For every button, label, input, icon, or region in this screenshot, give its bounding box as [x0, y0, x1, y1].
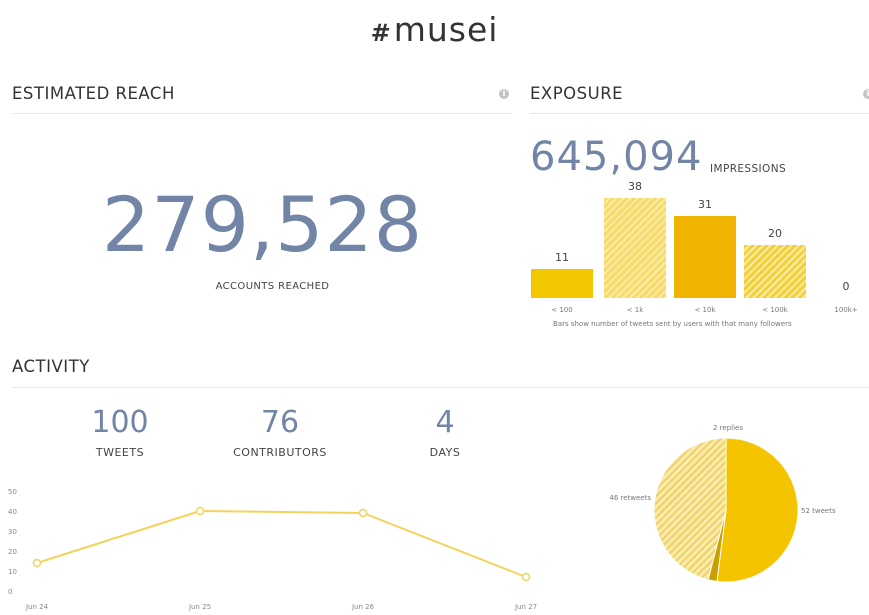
pie-slice-label: 2 replies — [713, 424, 743, 432]
x-tick-label: Jun 26 — [351, 603, 375, 611]
contributors-label: CONTRIBUTORS — [233, 446, 327, 459]
exposure-bar — [674, 216, 736, 298]
x-tick-label: Jun 27 — [514, 603, 537, 611]
exposure-info-icon[interactable]: i — [863, 89, 869, 99]
activity-divider — [12, 387, 869, 388]
y-tick-label: 40 — [8, 508, 17, 516]
tweets-count: 100 — [91, 405, 149, 440]
x-tick-label: Jun 25 — [188, 603, 211, 611]
exposure-note: Bars show number of tweets sent by users… — [553, 320, 792, 328]
y-tick-label: 50 — [8, 488, 17, 496]
exposure-bar-value: 11 — [555, 251, 569, 264]
y-tick-label: 20 — [8, 548, 17, 556]
exposure-bar-value: 20 — [768, 227, 782, 240]
activity-point[interactable] — [358, 508, 368, 518]
exposure-bar-value: 0 — [842, 280, 850, 293]
exposure-bar-category: < 100k — [762, 306, 788, 314]
activity-title: ACTIVITY — [12, 357, 90, 376]
exposure-bar-value: 38 — [628, 180, 642, 193]
hashtag-text: musei — [393, 10, 499, 49]
impressions-value: 645,094 — [530, 134, 703, 180]
activity-point[interactable] — [195, 506, 205, 516]
exposure-bar — [744, 245, 806, 298]
activity-line-chart: 50 40 30 20 10 0 Jun 24 Jun 25 Jun 26 Jun 27 — [8, 488, 537, 611]
reach-divider — [12, 113, 512, 114]
exposure-bar-category: < 100 — [551, 306, 573, 314]
pie-slice-label: 46 retweets — [609, 494, 651, 502]
contributors-count: 76 — [260, 405, 300, 440]
pie-slice[interactable] — [716, 437, 799, 583]
estimated-reach-title: ESTIMATED REACH — [12, 84, 175, 103]
y-tick-label: 10 — [8, 568, 17, 576]
exposure-bar-value: 31 — [698, 198, 712, 211]
exposure-bar-category: 100k+ — [834, 306, 858, 314]
reach-info-icon[interactable]: i — [499, 89, 509, 99]
pie-slice-label: 52 tweets — [801, 507, 836, 515]
y-tick-label: 30 — [8, 528, 17, 536]
exposure-divider — [530, 113, 869, 114]
activity-point[interactable] — [32, 558, 42, 568]
y-tick-label: 0 — [8, 588, 12, 596]
impressions-label: IMPRESSIONS — [710, 163, 787, 175]
exposure-bar-category: < 1k — [626, 306, 644, 314]
exposure-bar-category: < 10k — [694, 306, 716, 314]
exposure-title: EXPOSURE — [530, 84, 624, 103]
x-tick-label: Jun 24 — [25, 603, 49, 611]
reach-value: 279,528 — [101, 180, 424, 269]
reach-label: ACCOUNTS REACHED — [215, 281, 330, 292]
exposure-bar — [531, 269, 593, 298]
exposure-bar — [604, 198, 666, 298]
tweet-type-pie-chart: 52 tweets 2 replies 46 retweets — [609, 424, 836, 583]
tweets-label: TWEETS — [95, 446, 145, 459]
activity-point[interactable] — [521, 572, 531, 582]
activity-line — [36, 509, 527, 578]
days-label: DAYS — [429, 446, 461, 459]
hashtag-title: #musei — [0, 10, 869, 49]
days-count: 4 — [435, 405, 455, 440]
hash-symbol: # — [370, 19, 392, 47]
